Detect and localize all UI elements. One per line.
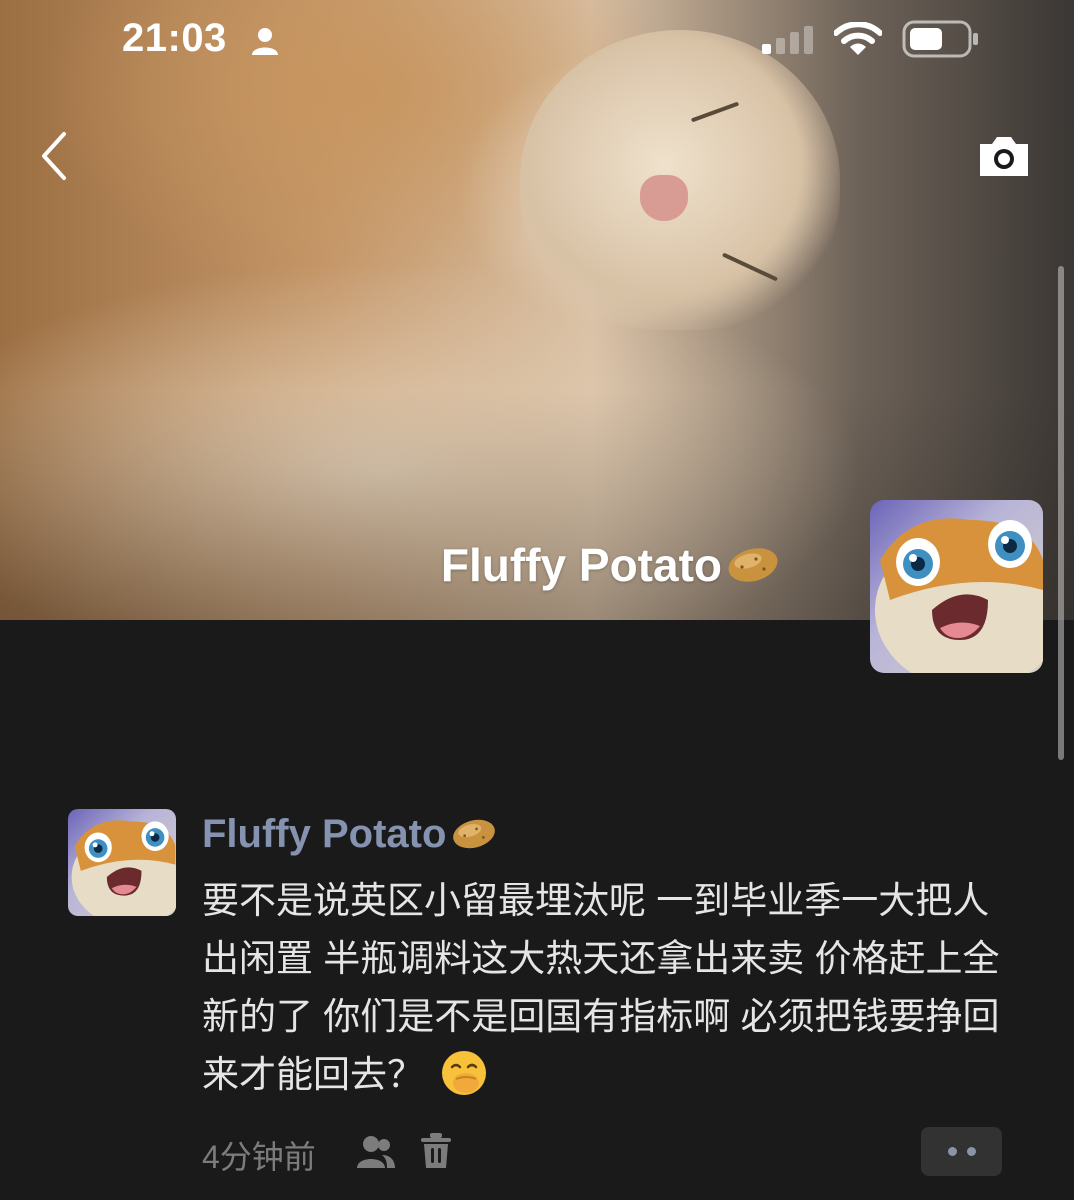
potato-emoji-icon xyxy=(728,548,778,582)
post-text: 要不是说英区小留最埋汰呢 一到毕业季一大把人出闲置 半瓶调料这大热天还拿出来卖 … xyxy=(202,872,1002,1104)
status-time: 21:03 xyxy=(122,16,227,60)
crying-cartoon-avatar-icon xyxy=(71,820,176,916)
post-text-content: 要不是说英区小留最埋汰呢 一到毕业季一大把人出闲置 半瓶调料这大热天还拿出来卖 … xyxy=(202,880,1000,1095)
person-icon xyxy=(252,28,278,55)
hand-over-mouth-emoji-icon xyxy=(442,1051,486,1096)
more-dots-icon xyxy=(966,1147,976,1156)
people-icon[interactable] xyxy=(356,1134,396,1170)
chevron-left-icon[interactable] xyxy=(34,128,74,184)
battery-icon xyxy=(902,20,978,58)
trash-icon[interactable] xyxy=(420,1132,452,1170)
scrollbar[interactable] xyxy=(1058,266,1064,760)
post-author-name[interactable]: Fluffy Potato xyxy=(202,812,498,857)
post-author-avatar[interactable] xyxy=(68,809,176,916)
cat-nose xyxy=(640,175,688,221)
more-dots-icon xyxy=(947,1147,957,1156)
crying-cartoon-avatar-icon xyxy=(875,518,1043,673)
potato-emoji-icon xyxy=(453,820,496,849)
camera-icon[interactable] xyxy=(976,134,1032,178)
post-author-name-text: Fluffy Potato xyxy=(202,812,447,856)
post-time: 4分钟前 xyxy=(202,1139,316,1175)
profile-avatar[interactable] xyxy=(870,500,1043,673)
cellular-signal-icon xyxy=(762,26,813,54)
profile-name[interactable]: Fluffy Potato xyxy=(441,538,780,592)
profile-name-text: Fluffy Potato xyxy=(440,539,722,591)
more-options-button[interactable] xyxy=(921,1127,1002,1176)
wifi-icon xyxy=(834,22,882,55)
